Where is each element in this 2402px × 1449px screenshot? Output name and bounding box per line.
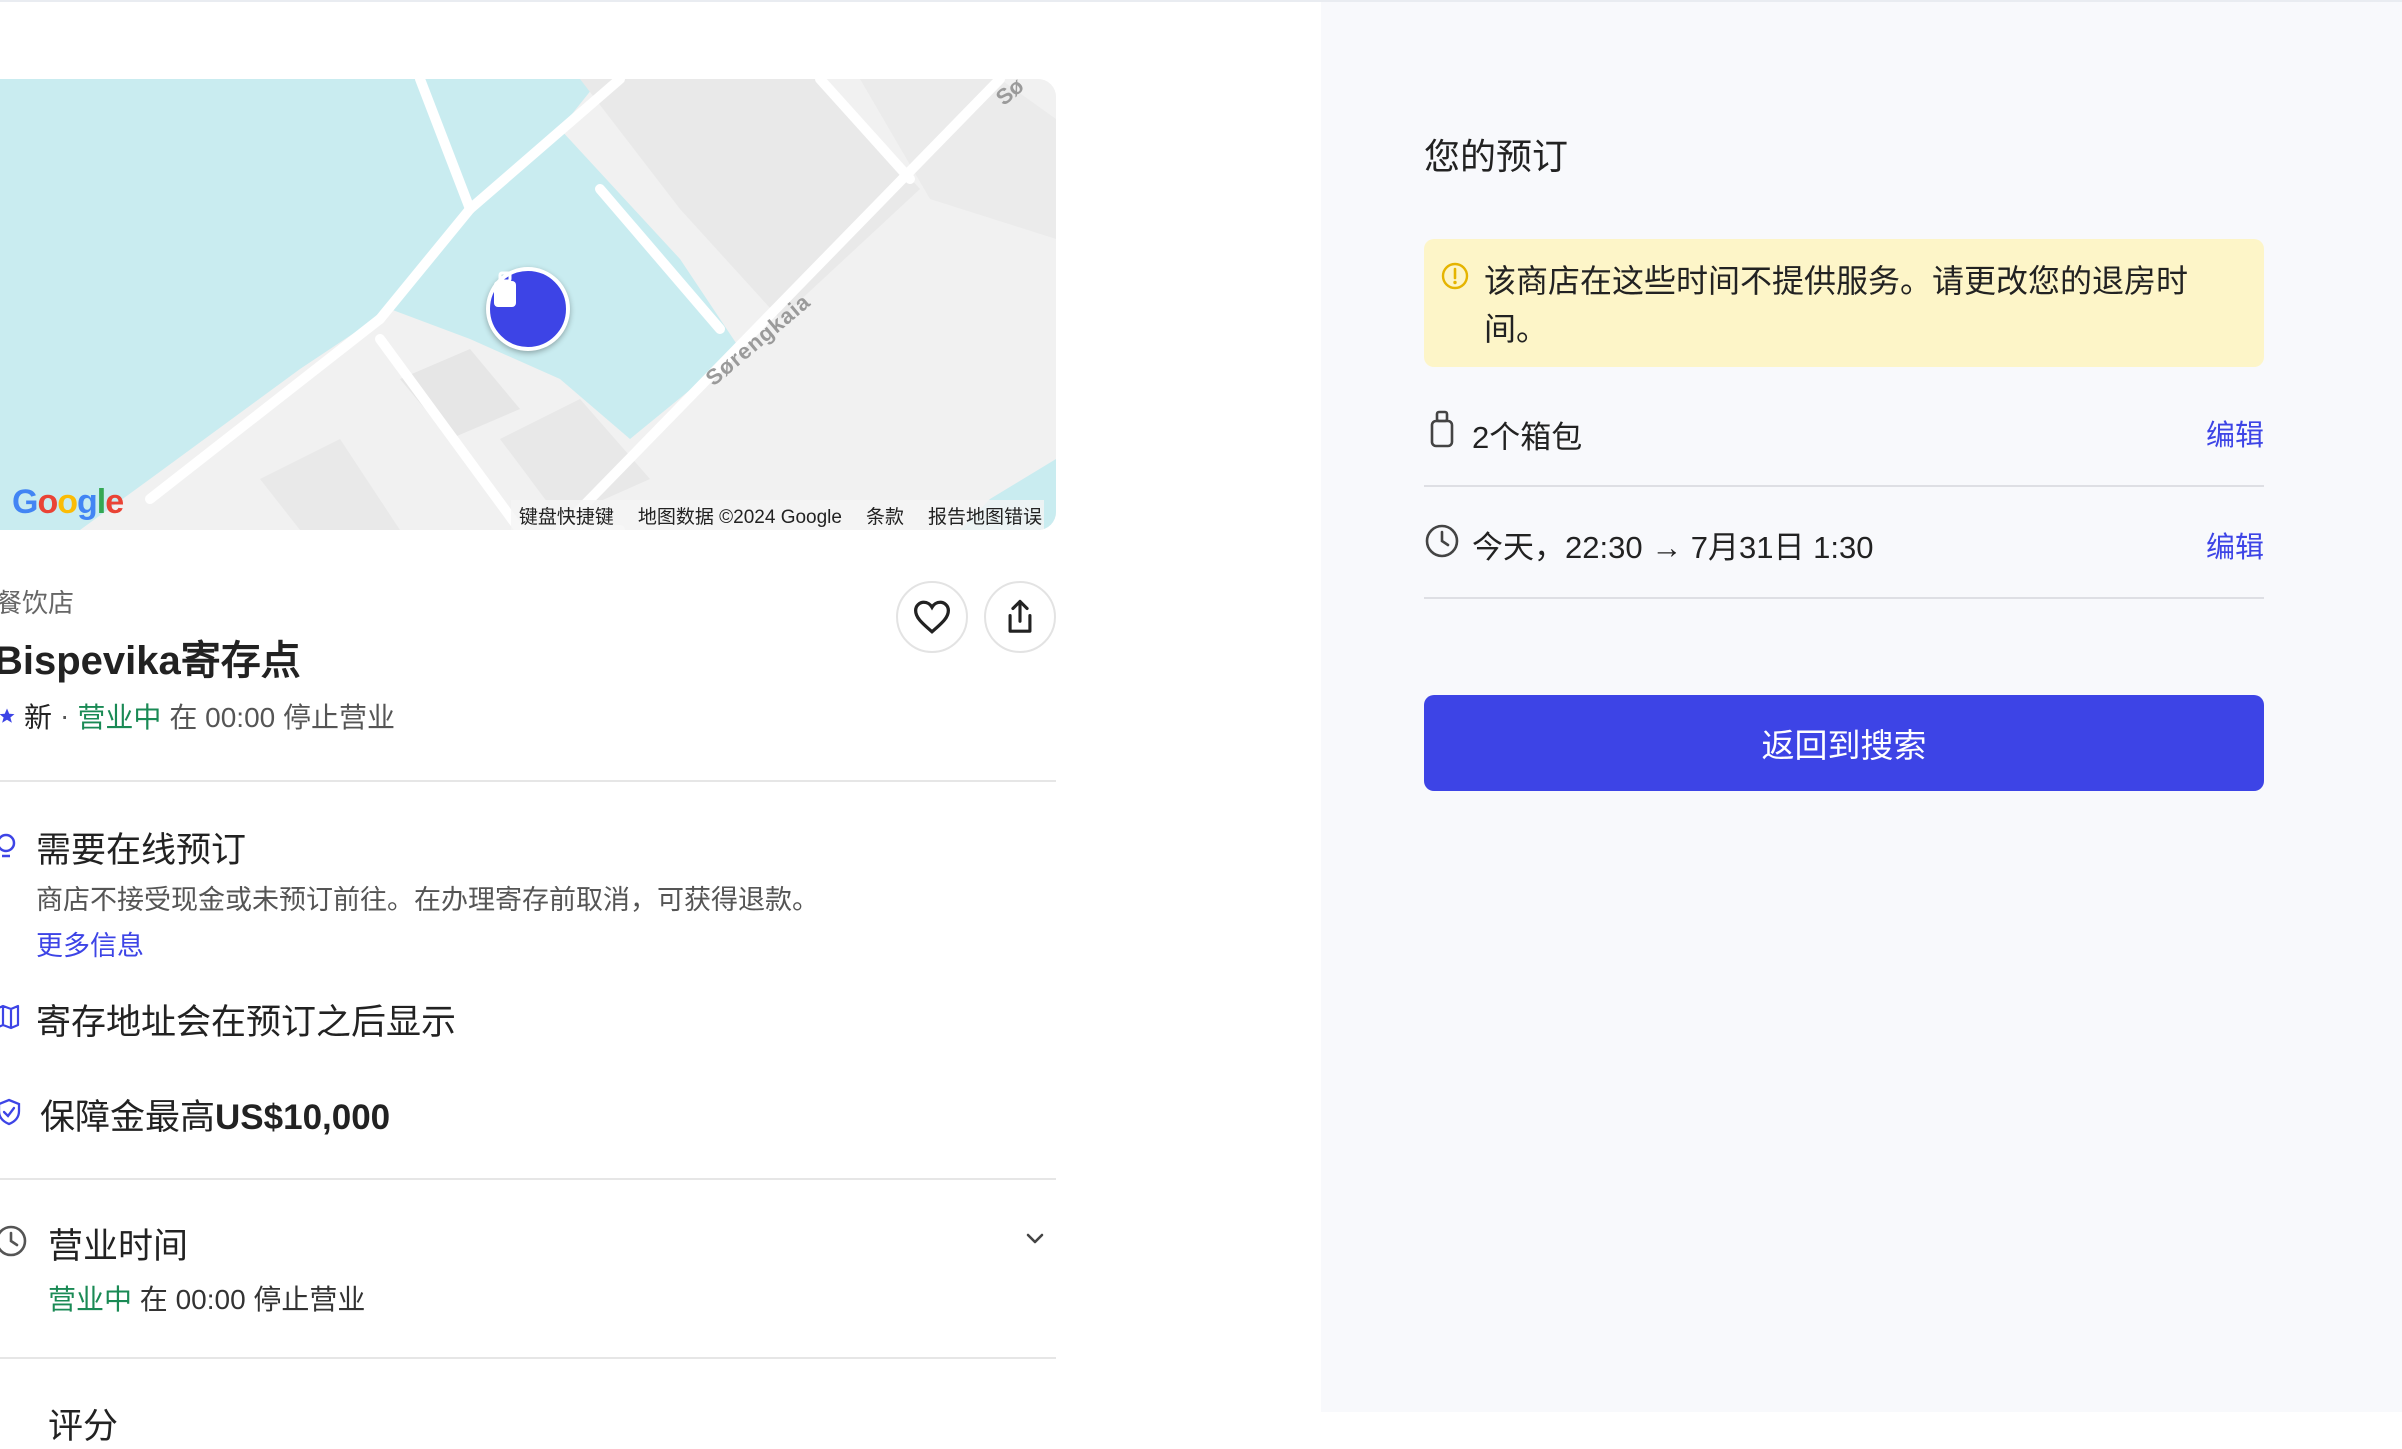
guarantee-prefix: 保障金最高 (40, 1098, 216, 1137)
map-data-label: 地图数据 ©2024 Google (637, 506, 842, 528)
edit-bags-link[interactable]: 编辑 (2206, 412, 2264, 454)
divider (0, 1357, 1056, 1359)
new-label: 新 (24, 702, 53, 733)
terms-link[interactable]: 条款 (866, 502, 904, 529)
bags-count: 2个箱包 (1472, 420, 1583, 455)
address-info-title: 寄存地址会在预订之后显示 (36, 1003, 457, 1042)
more-info-link[interactable]: 更多信息 (36, 924, 144, 963)
location-pin-icon[interactable] (486, 267, 570, 351)
shield-check-icon (0, 1098, 21, 1126)
store-category: 餐饮店 (0, 588, 75, 618)
closing-time: 在 00:00 停止营业 (169, 702, 395, 733)
hours-closing-time: 在 00:00 停止营业 (139, 1284, 366, 1315)
hours-open-status: 营业中 (48, 1284, 133, 1315)
opening-hours-title[interactable]: 营业时间 (48, 1218, 188, 1269)
map-footer: 键盘快捷键 地图数据 ©2024 Google 条款 报告地图错误 (510, 500, 1044, 530)
ratings-title: 评分 (48, 1407, 119, 1446)
divider (1424, 597, 2264, 599)
separator: · (60, 700, 70, 731)
chevron-down-icon[interactable] (1022, 1226, 1048, 1252)
lightbulb-icon (0, 833, 16, 858)
store-status-row: 新 · 营业中 在 00:00 停止营业 (0, 696, 395, 736)
star-icon (0, 708, 15, 723)
keyboard-shortcuts-link[interactable]: 键盘快捷键 (519, 502, 614, 529)
open-status: 营业中 (77, 702, 162, 733)
back-to-search-button[interactable]: 返回到搜索 (1424, 695, 2264, 791)
luggage-icon (494, 271, 516, 307)
report-map-error-link[interactable]: 报告地图错误 (928, 502, 1042, 529)
heart-icon (913, 600, 951, 634)
warning-alert: 该商店在这些时间不提供服务。请更改您的退房时间。 (1424, 239, 2264, 367)
map-icon (0, 1004, 20, 1030)
divider (1424, 485, 2264, 487)
share-icon (1008, 599, 1032, 633)
divider (0, 1178, 1056, 1180)
clock-icon (1425, 524, 1459, 558)
guarantee-amount: US$10,000 (215, 1098, 391, 1137)
booking-time: 今天，22:30 → 7月31日 1:30 (1472, 530, 1874, 565)
map[interactable]: Sørengkaia Sø Google 键盘快捷键 地图数据 ©2024 Go… (0, 79, 1056, 530)
hours-status-row: 营业中 在 00:00 停止营业 (48, 1278, 365, 1318)
guarantee-row: 保障金最高US$10,000 (40, 1089, 390, 1140)
google-logo[interactable]: Google (12, 483, 124, 522)
online-booking-description: 商店不接受现金或未预订前往。在办理寄存前取消，可获得退款。 (36, 885, 819, 915)
online-booking-title: 需要在线预订 (36, 831, 247, 870)
edit-time-link[interactable]: 编辑 (2206, 524, 2264, 566)
warning-text: 该商店在这些时间不提供服务。请更改您的退房时间。 (1484, 263, 2189, 347)
booking-title: 您的预订 (1424, 136, 1569, 177)
luggage-icon (1430, 410, 1454, 448)
favorite-button[interactable] (896, 581, 968, 653)
warning-icon (1441, 262, 1469, 290)
clock-icon (0, 1225, 27, 1257)
share-button[interactable] (984, 581, 1056, 653)
divider (0, 780, 1056, 782)
store-name: Bispevika寄存点 (0, 639, 301, 683)
